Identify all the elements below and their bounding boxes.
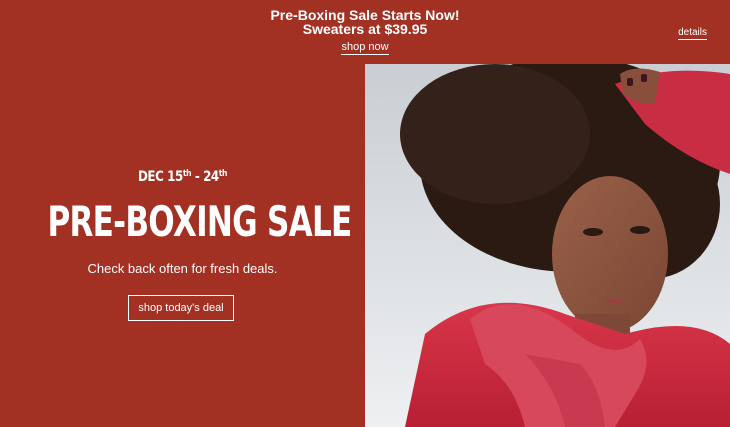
promo-headline: Pre-Boxing Sale Starts Now! — [270, 7, 460, 23]
page: Pre-Boxing Sale Starts Now! Sweaters at … — [0, 0, 730, 427]
sale-dates: DEC 15th - 24th — [27, 169, 337, 185]
promo-offer: Sweaters at $39.95 — [302, 21, 428, 37]
dates-end-suffix: th — [218, 169, 228, 179]
shop-now-link[interactable]: shop now — [341, 41, 389, 55]
shop-todays-deal-button[interactable]: shop today's deal — [128, 295, 234, 321]
promo-banner: Pre-Boxing Sale Starts Now! Sweaters at … — [0, 0, 730, 64]
details-link[interactable]: details — [678, 27, 707, 40]
dates-start: DEC 15 — [137, 169, 183, 185]
hero-text-panel: DEC 15th - 24th PRE-BOXING SALE Check ba… — [0, 64, 365, 427]
hero-headline: PRE-BOXING SALE — [47, 197, 352, 246]
hero-image — [365, 64, 730, 427]
dates-end: - 24 — [191, 169, 219, 185]
model-photo — [365, 64, 730, 427]
hero-subline: Check back often for fresh deals. — [87, 261, 278, 276]
dates-start-suffix: th — [182, 169, 192, 179]
